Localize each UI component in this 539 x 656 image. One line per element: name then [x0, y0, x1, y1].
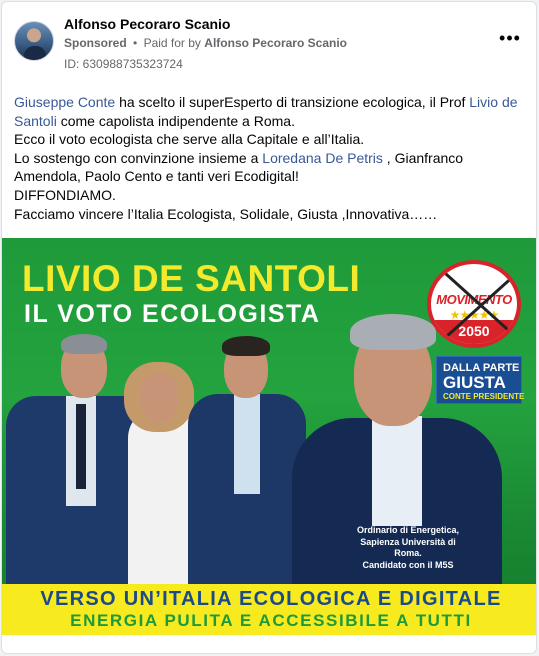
caption-line: Candidato con il M5S [362, 559, 454, 570]
post-text-line: Ecco il voto ecologista che serve alla C… [14, 131, 365, 148]
mention-giuseppe-conte[interactable]: Giuseppe Conte [14, 94, 115, 110]
person-head [140, 372, 178, 422]
ad-post-card: Alfonso Pecoraro Scanio Sponsored • Paid… [1, 1, 537, 654]
post-text-line: Giuseppe Conte ha scelto il superEsperto… [14, 93, 528, 112]
person-hair [61, 334, 107, 354]
sponsored-meta: Sponsored • Paid for by Alfonso Pecoraro… [64, 36, 347, 50]
post-text-line: Facciamo vincere l’Italia Ecologista, So… [14, 205, 438, 222]
meta-separator: • [133, 36, 138, 50]
post-text-line: DIFFONDIAMO. [14, 186, 116, 203]
person-hair [350, 314, 436, 350]
ad-creative-image[interactable]: LIVIO DE SANTOLI IL VOTO ECOLOGISTA MOVI… [2, 238, 536, 635]
more-options-icon[interactable]: ••• [498, 28, 522, 52]
person-hair [222, 336, 270, 356]
post-text: Giuseppe Conte ha scelto il superEsperto… [14, 93, 528, 223]
person-shirt [234, 394, 260, 494]
banner-line-2: ENERGIA PULITA E ACCESSIBILE A TUTTI [70, 611, 472, 630]
page-name-link[interactable]: Alfonso Pecoraro Scanio [64, 16, 230, 32]
text-segment: Lo sostengo con convinzione insieme a [14, 149, 263, 166]
ad-id: ID: 630988735323724 [64, 57, 183, 71]
post-text-line: Amendola, Paolo Cento e tanti veri Ecodi… [14, 168, 299, 185]
sponsored-label[interactable]: Sponsored [64, 36, 127, 50]
banner-line-1: VERSO UN’ITALIA ECOLOGICA E DIGITALE [40, 588, 502, 610]
text-segment: ha scelto il superEsperto di transizione… [115, 94, 470, 110]
page-avatar[interactable] [14, 21, 54, 61]
creative-headline: LIVIO DE SANTOLI [22, 258, 361, 299]
person-tie [76, 404, 86, 489]
post-text-line: Santoli come capolista indipendente a Ro… [14, 112, 528, 131]
caption-line: Sapienza Università di Roma. [360, 536, 456, 559]
creative-subheadline: IL VOTO ECOLOGISTA [24, 300, 321, 328]
caption-line: Ordinario di Energetica, [356, 525, 460, 535]
mention-livio-de-santoli[interactable]: Livio de [469, 94, 517, 110]
mention-loredana-de-petris[interactable]: Loredana De Petris [262, 150, 383, 166]
paid-for-prefix: Paid for by [143, 36, 201, 50]
post-text-line: Lo sostengo con convinzione insieme a Lo… [14, 149, 528, 168]
text-segment: , Gianfranco [382, 149, 464, 166]
candidate-caption: Ordinario di Energetica, Sapienza Univer… [348, 525, 468, 571]
text-segment: come capolista indipendente a Roma. [56, 112, 295, 129]
person-shirt [372, 416, 422, 526]
creative-bottom-banner: VERSO UN’ITALIA ECOLOGICA E DIGITALE ENE… [2, 584, 536, 635]
post-header: Alfonso Pecoraro Scanio Sponsored • Paid… [2, 2, 536, 74]
paid-for-by-name: Alfonso Pecoraro Scanio [204, 36, 347, 50]
mention-livio-de-santoli-cont[interactable]: Santoli [14, 113, 57, 129]
